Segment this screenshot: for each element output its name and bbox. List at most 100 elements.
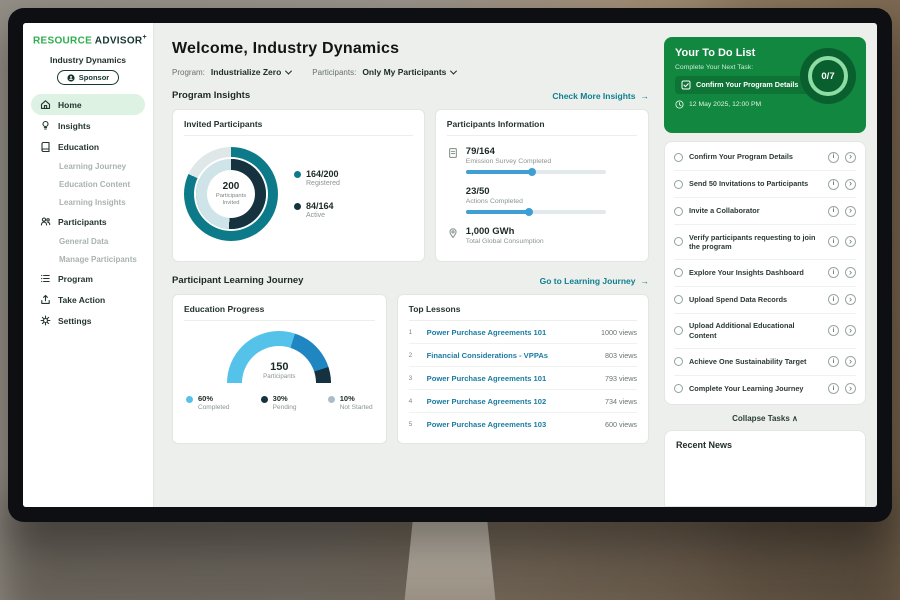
sidebar-subitem-manage-participants[interactable]: Manage Participants xyxy=(31,250,145,268)
chevron-right-icon[interactable]: › xyxy=(845,152,856,163)
emission-survey-progressbar xyxy=(466,170,606,174)
sidebar-item-label: Education xyxy=(58,142,99,152)
task-checkbox[interactable] xyxy=(674,207,683,216)
info-icon[interactable]: i xyxy=(828,356,839,367)
lesson-rank: 4 xyxy=(409,398,421,405)
info-icon[interactable]: i xyxy=(828,294,839,305)
invited-card-title: Invited Participants xyxy=(184,119,413,136)
program-filter-label: Program: xyxy=(172,68,205,77)
lesson-views: 1000 views xyxy=(601,328,637,337)
task-row[interactable]: Confirm Your Program Details i › xyxy=(674,144,856,171)
task-row[interactable]: Send 50 Invitations to Participants i › xyxy=(674,171,856,198)
collapse-label: Collapse Tasks xyxy=(732,414,790,423)
info-icon[interactable]: i xyxy=(828,152,839,163)
logo-plus: + xyxy=(142,34,146,41)
task-row[interactable]: Complete Your Learning Journey i › xyxy=(674,376,856,402)
next-task-label: Confirm Your Program Details xyxy=(696,81,798,90)
chevron-right-icon[interactable]: › xyxy=(845,356,856,367)
lesson-link[interactable]: Power Purchase Agreements 103 xyxy=(427,420,599,429)
chevron-right-icon[interactable]: › xyxy=(845,325,856,336)
lesson-link[interactable]: Financial Considerations - VPPAs xyxy=(427,351,599,360)
lesson-link[interactable]: Power Purchase Agreements 102 xyxy=(427,397,599,406)
next-task-pill[interactable]: Confirm Your Program Details xyxy=(675,76,810,94)
lesson-row[interactable]: 4 Power Purchase Agreements 102 734 view… xyxy=(409,390,637,413)
info-icon[interactable]: i xyxy=(828,179,839,190)
task-checkbox[interactable] xyxy=(674,326,683,335)
book-icon xyxy=(40,141,51,152)
legend-dot xyxy=(186,396,193,403)
lesson-link[interactable]: Power Purchase Agreements 101 xyxy=(427,328,595,337)
consumption-label: Total Global Consumption xyxy=(466,238,544,245)
metric-global-consumption: 1,000 GWh Total Global Consumption xyxy=(447,226,637,245)
task-checkbox[interactable] xyxy=(674,295,683,304)
lesson-row[interactable]: 3 Power Purchase Agreements 101 793 view… xyxy=(409,367,637,390)
education-progress-card: Education Progress 150 Participants xyxy=(172,294,387,444)
top-lessons-title: Top Lessons xyxy=(409,304,637,321)
program-filter-dropdown[interactable]: Industrialize Zero xyxy=(211,67,291,77)
lesson-row[interactable]: 5 Power Purchase Agreements 103 600 view… xyxy=(409,413,637,435)
task-checkbox[interactable] xyxy=(674,384,683,393)
invited-donut-outer: 200 Participants Invited xyxy=(184,147,278,241)
info-icon[interactable]: i xyxy=(828,383,839,394)
sidebar-item-label: Settings xyxy=(58,316,92,326)
sidebar-item-insights[interactable]: Insights xyxy=(31,115,145,136)
emission-survey-label: Emission Survey Completed xyxy=(466,158,606,165)
program-insights-title: Program Insights xyxy=(172,90,250,101)
task-checkbox[interactable] xyxy=(674,180,683,189)
sidebar-subitem-education-content[interactable]: Education Content xyxy=(31,175,145,193)
sidebar-item-education[interactable]: Education xyxy=(31,136,145,157)
task-row[interactable]: Upload Additional Educational Content i … xyxy=(674,314,856,349)
task-label: Upload Spend Data Records xyxy=(689,295,822,304)
collapse-tasks-link[interactable]: Collapse Tasks ∧ xyxy=(664,405,866,428)
chevron-right-icon[interactable]: › xyxy=(845,267,856,278)
participants-filter-dropdown[interactable]: Only My Participants xyxy=(362,67,456,77)
lesson-row[interactable]: 1 Power Purchase Agreements 101 1000 vie… xyxy=(409,321,637,344)
info-icon[interactable]: i xyxy=(828,325,839,336)
legend-dot xyxy=(294,171,301,178)
task-row[interactable]: Achieve One Sustainability Target i › xyxy=(674,349,856,376)
task-label: Send 50 Invitations to Participants xyxy=(689,179,822,188)
consumption-value: 1,000 GWh xyxy=(466,226,544,237)
task-row[interactable]: Invite a Collaborator i › xyxy=(674,198,856,225)
sidebar-subitem-general-data[interactable]: General Data xyxy=(31,232,145,250)
sidebar-item-home[interactable]: Home xyxy=(31,94,145,115)
task-row[interactable]: Explore Your Insights Dashboard i › xyxy=(674,260,856,287)
metric-emission-survey: 79/164 Emission Survey Completed xyxy=(447,146,637,174)
lesson-link[interactable]: Power Purchase Agreements 101 xyxy=(427,374,599,383)
go-to-learning-journey-link[interactable]: Go to Learning Journey → xyxy=(540,276,649,286)
chevron-right-icon[interactable]: › xyxy=(845,236,856,247)
chevron-right-icon[interactable]: › xyxy=(845,206,856,217)
sponsor-badge[interactable]: Sponsor xyxy=(57,70,119,85)
invited-donut-center: 200 Participants Invited xyxy=(207,170,255,218)
education-gauge-center: 150 Participants xyxy=(263,361,295,380)
completed-label: Completed xyxy=(198,404,229,411)
sidebar-subitem-learning-journey[interactable]: Learning Journey xyxy=(31,157,145,175)
info-icon[interactable]: i xyxy=(828,236,839,247)
sidebar-item-settings[interactable]: Settings xyxy=(31,310,145,331)
recent-news-header: Recent News xyxy=(664,430,866,507)
task-checkbox[interactable] xyxy=(674,268,683,277)
info-icon[interactable]: i xyxy=(828,267,839,278)
consumption-pin-icon xyxy=(447,227,459,239)
chevron-right-icon[interactable]: › xyxy=(845,179,856,190)
task-checkbox[interactable] xyxy=(674,357,683,366)
sidebar-item-participants[interactable]: Participants xyxy=(31,211,145,232)
chevron-right-icon[interactable]: › xyxy=(845,294,856,305)
active-label: Active xyxy=(306,212,334,219)
lesson-row[interactable]: 2 Financial Considerations - VPPAs 803 v… xyxy=(409,344,637,367)
task-checkbox[interactable] xyxy=(674,237,683,246)
sidebar-subitem-learning-insights[interactable]: Learning Insights xyxy=(31,193,145,211)
chevron-right-icon[interactable]: › xyxy=(845,383,856,394)
task-row[interactable]: Verify participants requesting to join t… xyxy=(674,225,856,260)
task-row[interactable]: Upload Spend Data Records i › xyxy=(674,287,856,314)
filter-bar: Program: Industrialize Zero Participants… xyxy=(172,67,649,77)
info-icon[interactable]: i xyxy=(828,206,839,217)
sidebar-item-program[interactable]: Program xyxy=(31,268,145,289)
sidebar-item-take-action[interactable]: Take Action xyxy=(31,289,145,310)
link-label: Go to Learning Journey xyxy=(540,276,636,286)
task-checkbox[interactable] xyxy=(674,153,683,162)
pending-label: Pending xyxy=(273,404,297,411)
task-label: Explore Your Insights Dashboard xyxy=(689,268,822,277)
check-more-insights-link[interactable]: Check More Insights → xyxy=(552,91,649,101)
task-label: Complete Your Learning Journey xyxy=(689,384,822,393)
